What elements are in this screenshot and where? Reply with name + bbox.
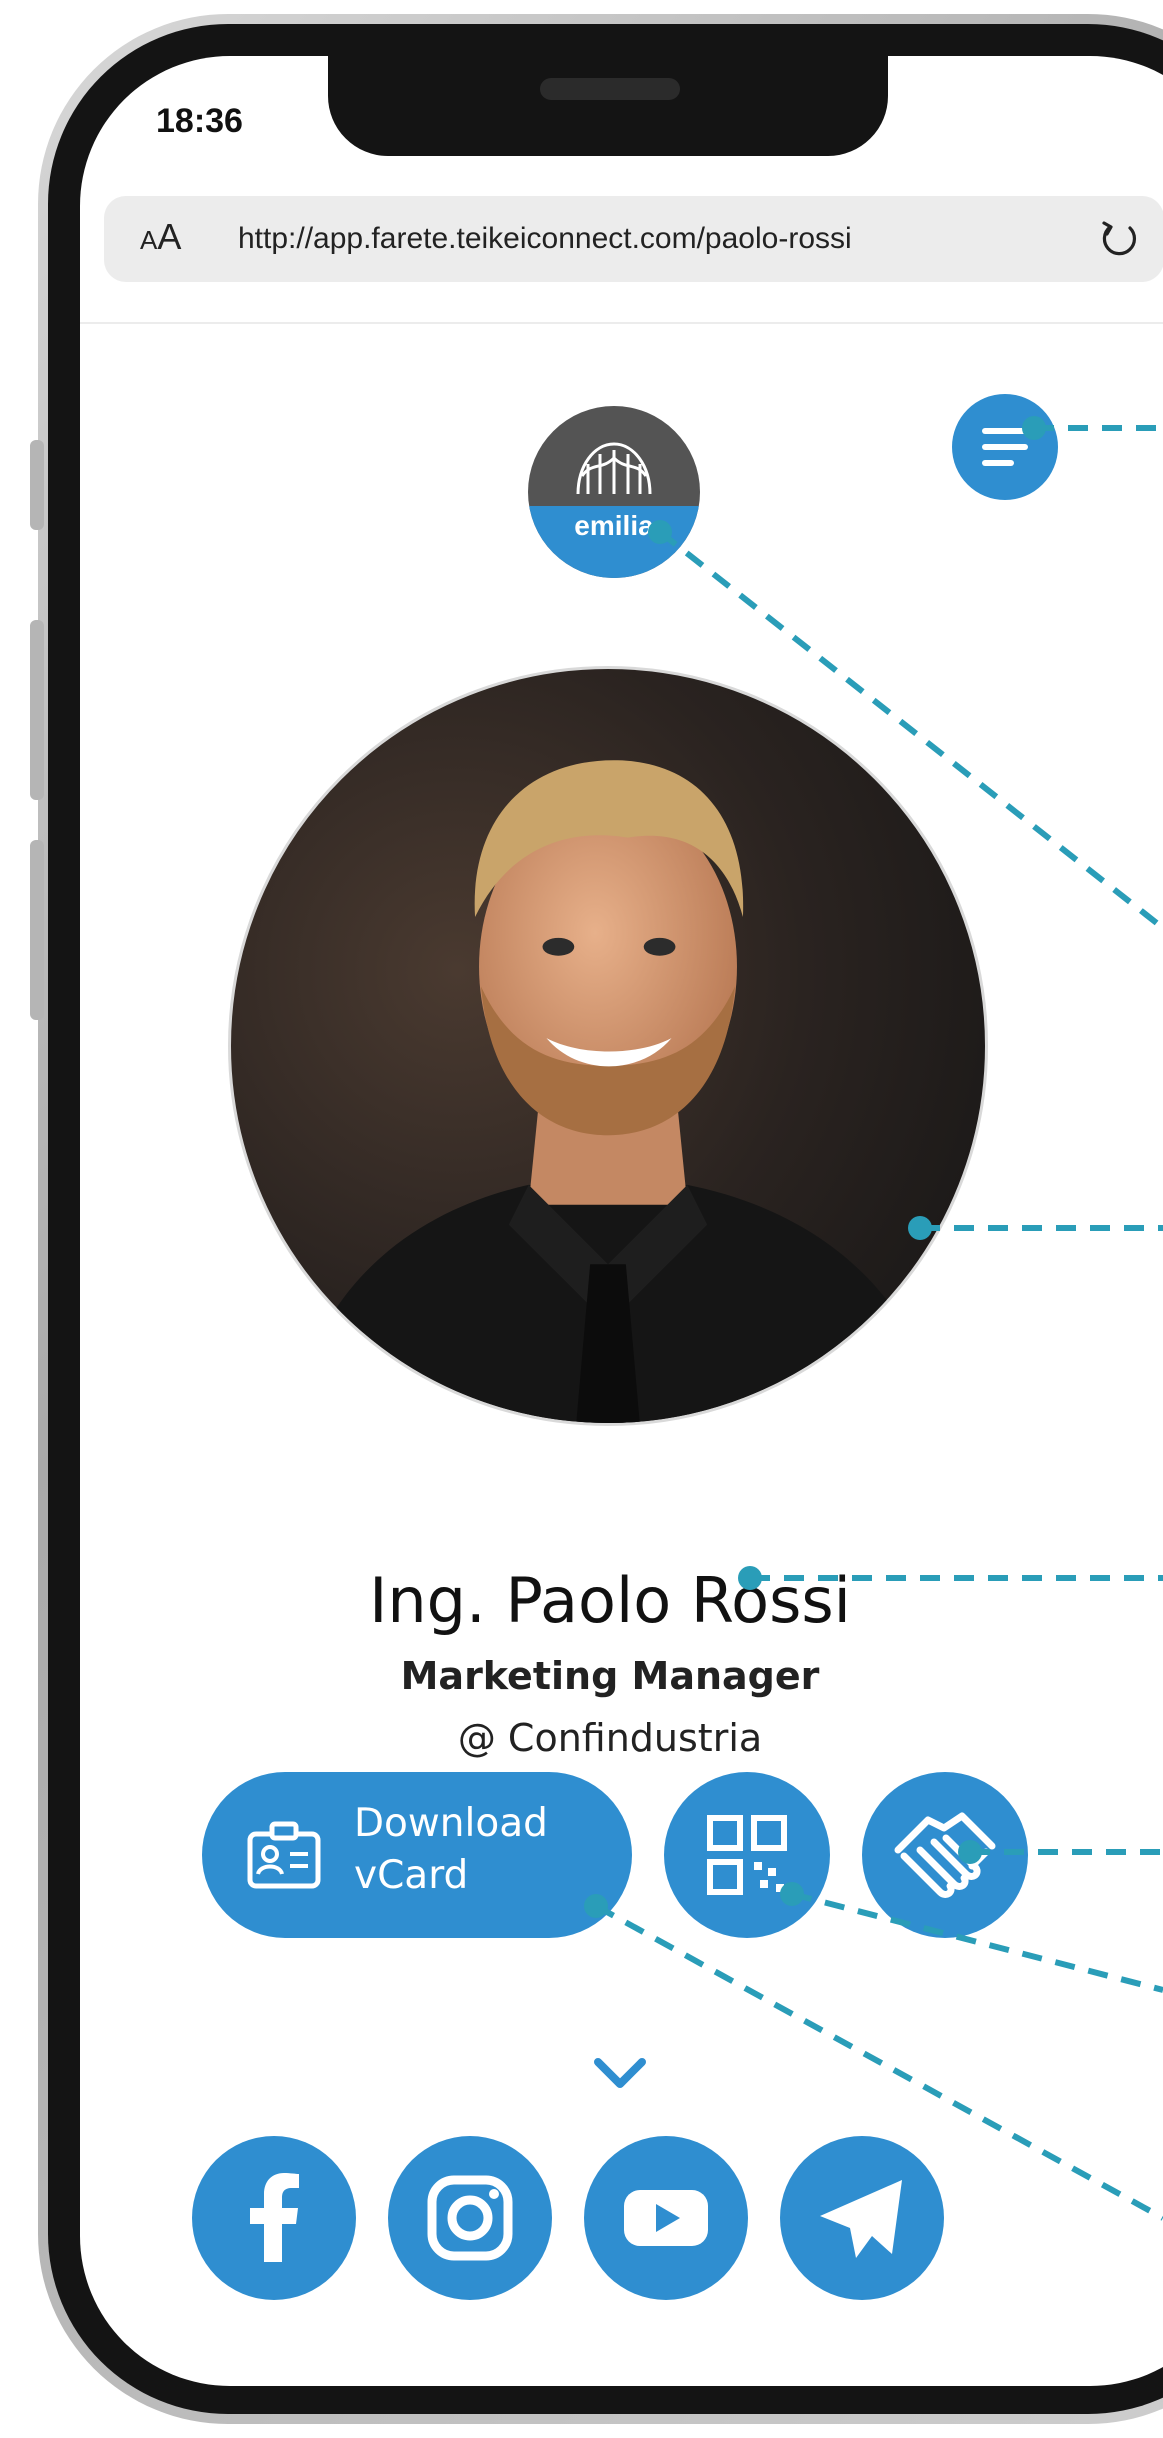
telegram-button[interactable] [780, 2136, 944, 2300]
handshake-icon [894, 1812, 996, 1898]
youtube-button[interactable] [584, 2136, 748, 2300]
portrait-illustration [290, 760, 946, 1423]
facebook-button[interactable] [192, 2136, 356, 2300]
instagram-button[interactable] [388, 2136, 552, 2300]
logo-text: emilia [574, 510, 654, 541]
url-text[interactable]: http://app.farete.teikeiconnect.com/paol… [238, 222, 852, 256]
address-bar[interactable]: AA http://app.farete.teikeiconnect.com/p… [104, 196, 1163, 282]
status-time: 18:36 [156, 102, 243, 140]
menu-button[interactable] [952, 394, 1058, 500]
handshake-button[interactable] [862, 1772, 1028, 1938]
volume-down-button [30, 840, 44, 1020]
address-bar-divider [80, 322, 1163, 324]
download-vcard-button[interactable]: Download vCard [202, 1772, 632, 1938]
telegram-icon [820, 2180, 902, 2258]
qr-code-icon [707, 1815, 787, 1895]
reload-icon[interactable] [1094, 214, 1144, 264]
stage: 18:36 AA http://app.farete.teikeiconnect… [0, 0, 1163, 2438]
profile-name: Ing. Paolo Rossi [369, 1564, 851, 1637]
facebook-icon [250, 2173, 299, 2262]
mute-switch [30, 440, 44, 530]
youtube-icon [624, 2190, 708, 2246]
speaker-grille [540, 78, 680, 100]
profile-photo [228, 666, 988, 1426]
profile-role: Marketing Manager [400, 1654, 820, 1698]
instagram-icon [427, 2175, 513, 2261]
notch [328, 56, 888, 156]
volume-up-button [30, 620, 44, 800]
menu-icon [982, 428, 1028, 466]
text-size-button[interactable]: AA [140, 216, 181, 258]
phone-screen: 18:36 AA http://app.farete.teikeiconnect… [80, 56, 1163, 2386]
contact-card-icon [247, 1821, 321, 1889]
profile-company: @ Confindustria [457, 1716, 763, 1760]
download-vcard-label: Download vCard [354, 1801, 548, 1898]
organization-logo: emilia [528, 406, 700, 578]
chevron-down-icon[interactable] [590, 2054, 650, 2094]
qr-code-button[interactable] [664, 1772, 830, 1938]
